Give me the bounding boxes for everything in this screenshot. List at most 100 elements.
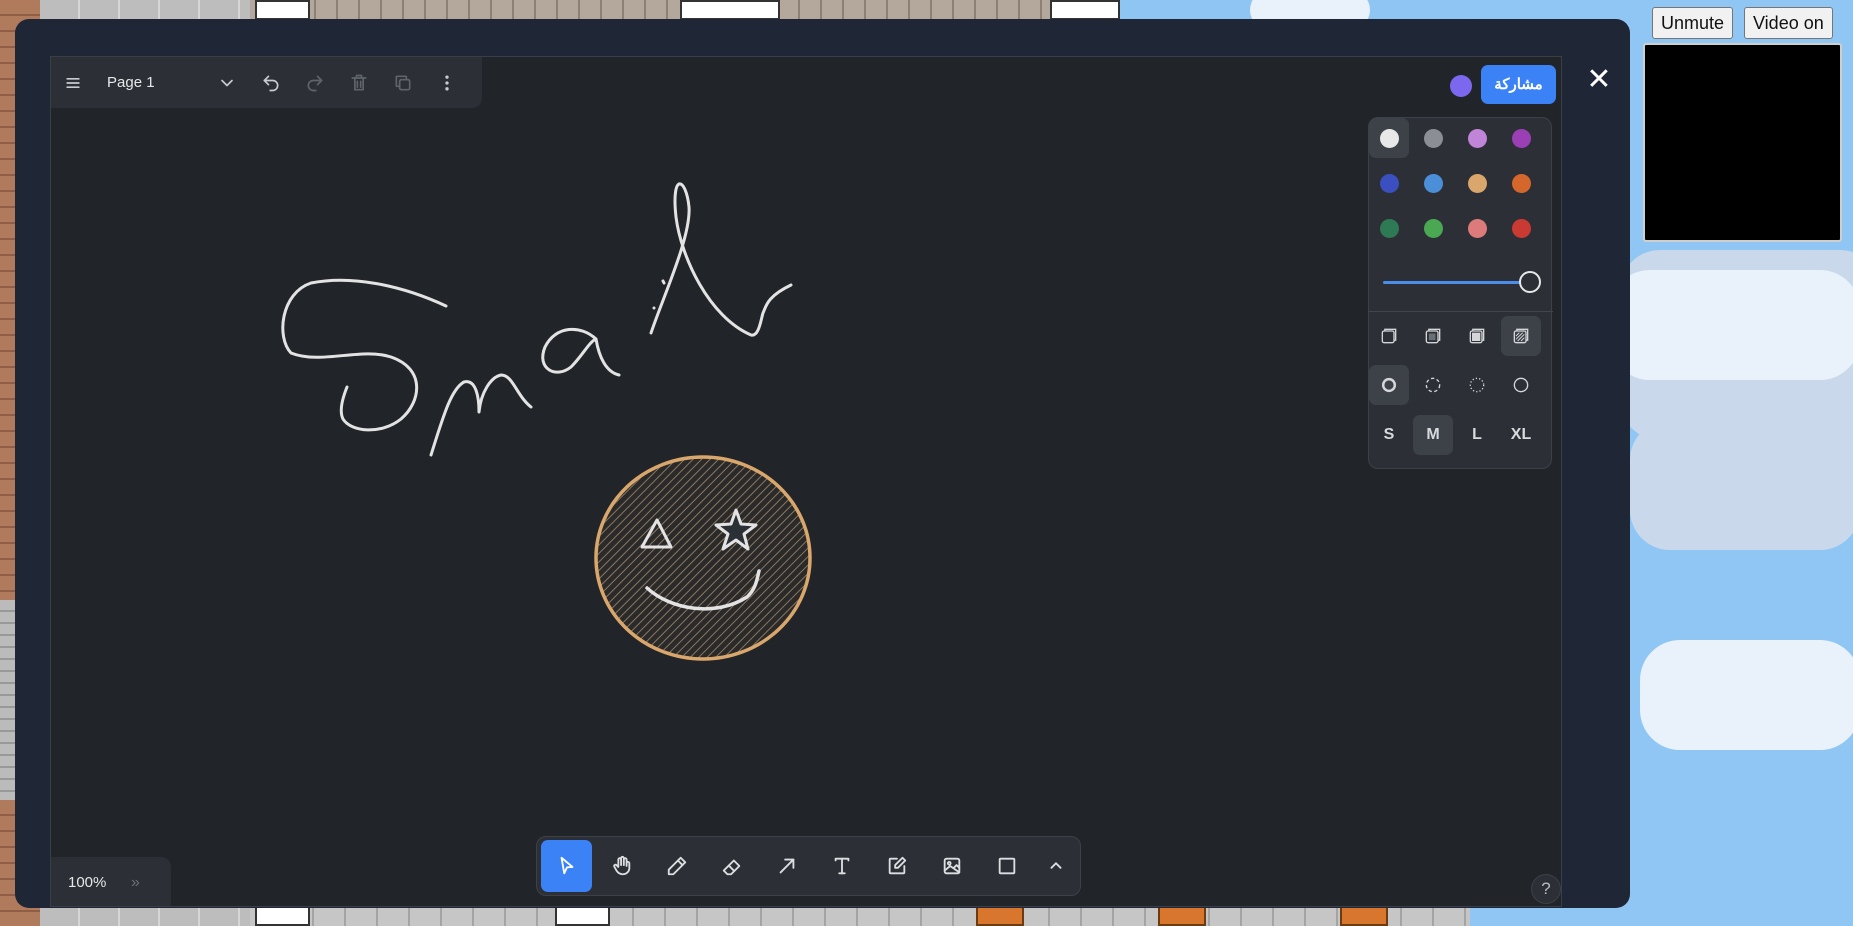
undo-icon[interactable] (249, 61, 293, 105)
more-tools-button[interactable] (1036, 840, 1076, 892)
style-panel: S M L XL (1368, 117, 1553, 469)
page-name-label[interactable]: Page 1 (95, 74, 205, 91)
opacity-slider-thumb[interactable] (1519, 271, 1541, 293)
share-button[interactable]: مشاركة (1481, 65, 1556, 104)
hand-tool[interactable] (596, 840, 647, 892)
close-icon[interactable]: ✕ (1582, 64, 1616, 98)
color-swatch-red[interactable] (1501, 208, 1541, 248)
color-swatch-light-green[interactable] (1413, 208, 1453, 248)
fill-semi-option[interactable] (1413, 316, 1453, 356)
smiley-circle (594, 455, 812, 661)
fill-semi-icon (1425, 328, 1441, 344)
game-orange-tile (976, 905, 1024, 926)
color-dot (1467, 218, 1487, 238)
dash-draw-icon (1381, 377, 1397, 393)
rectangle-tool[interactable] (981, 840, 1032, 892)
duplicate-icon[interactable] (381, 61, 425, 105)
stroke-letter-m (429, 373, 533, 457)
game-cloud (1610, 270, 1853, 380)
zoom-level[interactable]: 100% (51, 874, 131, 891)
more-vertical-icon[interactable] (425, 61, 469, 105)
color-swatch-grey[interactable] (1413, 118, 1453, 158)
dash-draw-option[interactable] (1369, 365, 1409, 405)
whiteboard-modal: ✕ Page 1 مشاركة S M L XL 100% » ? (15, 19, 1630, 908)
image-tool[interactable] (926, 840, 977, 892)
size-s-label: S (1383, 426, 1395, 443)
game-bottom-wall (250, 905, 1470, 926)
game-orange-tile (1340, 905, 1388, 926)
fill-pattern-option[interactable] (1501, 316, 1541, 356)
stroke-letter-l (649, 182, 793, 337)
color-swatch-green[interactable] (1369, 208, 1409, 248)
eraser-tool[interactable] (706, 840, 757, 892)
color-dot (1511, 218, 1531, 238)
chevron-up-icon (1050, 862, 1062, 869)
game-white-block (680, 0, 780, 20)
fill-solid-option[interactable] (1457, 316, 1497, 356)
color-swatch-yellow[interactable] (1457, 163, 1497, 203)
trash-icon[interactable] (337, 61, 381, 105)
color-swatch-light-blue[interactable] (1413, 163, 1453, 203)
size-l-label: L (1472, 426, 1482, 443)
arrow-tool[interactable] (761, 840, 812, 892)
user-avatar[interactable] (1450, 75, 1472, 97)
redo-icon[interactable] (293, 61, 337, 105)
help-button[interactable]: ? (1531, 874, 1561, 904)
double-chevron-right-icon[interactable]: » (131, 874, 140, 892)
color-dot (1423, 173, 1443, 193)
game-cloud (1640, 640, 1853, 750)
panel-divider (1369, 311, 1553, 312)
color-dot (1511, 173, 1531, 193)
color-swatch-blue[interactable] (1369, 163, 1409, 203)
game-cloud (1630, 420, 1853, 550)
fill-none-option[interactable] (1369, 316, 1409, 356)
draw-tool[interactable] (651, 840, 702, 892)
size-l-option[interactable]: L (1457, 415, 1497, 455)
color-dot (1423, 128, 1443, 148)
note-tool[interactable] (871, 840, 922, 892)
image-icon (943, 857, 960, 875)
text-tool[interactable] (816, 840, 867, 892)
fill-solid-icon (1469, 328, 1485, 344)
color-swatch-light-violet[interactable] (1457, 118, 1497, 158)
fill-pattern-icon (1513, 328, 1529, 344)
color-dot (1379, 128, 1399, 148)
zoom-control: 100% » (51, 857, 171, 906)
color-swatch-white[interactable] (1369, 118, 1409, 158)
dash-dashed-option[interactable] (1413, 365, 1453, 405)
color-swatch-orange[interactable] (1501, 163, 1541, 203)
unmute-button[interactable]: Unmute (1652, 7, 1734, 39)
pencil-icon (667, 856, 686, 876)
eraser-icon (722, 859, 740, 876)
rectangle-icon (998, 857, 1015, 875)
dash-dotted-option[interactable] (1457, 365, 1497, 405)
note-icon (888, 856, 906, 875)
handwritten-text-drawing (281, 182, 793, 457)
game-white-block (555, 906, 610, 926)
size-xl-option[interactable]: XL (1501, 415, 1541, 455)
stroke-dot-i (661, 279, 666, 285)
color-dot (1379, 173, 1399, 193)
tool-bar (536, 836, 1081, 896)
chevron-down-icon[interactable] (205, 61, 249, 105)
text-icon (834, 857, 849, 875)
page-menu-bar: Page 1 (51, 57, 482, 108)
size-m-option[interactable]: M (1413, 415, 1453, 455)
stroke-letter-s (281, 278, 448, 432)
video-on-button[interactable]: Video on (1744, 7, 1833, 39)
color-swatch-violet[interactable] (1501, 118, 1541, 158)
hand-icon (612, 855, 630, 876)
stroke-letter-a (541, 327, 621, 377)
opacity-slider-track[interactable] (1383, 281, 1525, 284)
dash-dashed-icon (1425, 377, 1441, 393)
color-dot (1423, 218, 1443, 238)
hamburger-menu-icon[interactable] (51, 61, 95, 105)
size-s-option[interactable]: S (1369, 415, 1409, 455)
cursor-icon (560, 856, 573, 875)
arrow-icon (779, 858, 794, 874)
color-swatch-light-red[interactable] (1457, 208, 1497, 248)
color-dot (1467, 128, 1487, 148)
whiteboard-canvas[interactable]: Page 1 مشاركة S M L XL 100% » ? (50, 56, 1562, 907)
dash-solid-option[interactable] (1501, 365, 1541, 405)
select-tool[interactable] (541, 840, 592, 892)
